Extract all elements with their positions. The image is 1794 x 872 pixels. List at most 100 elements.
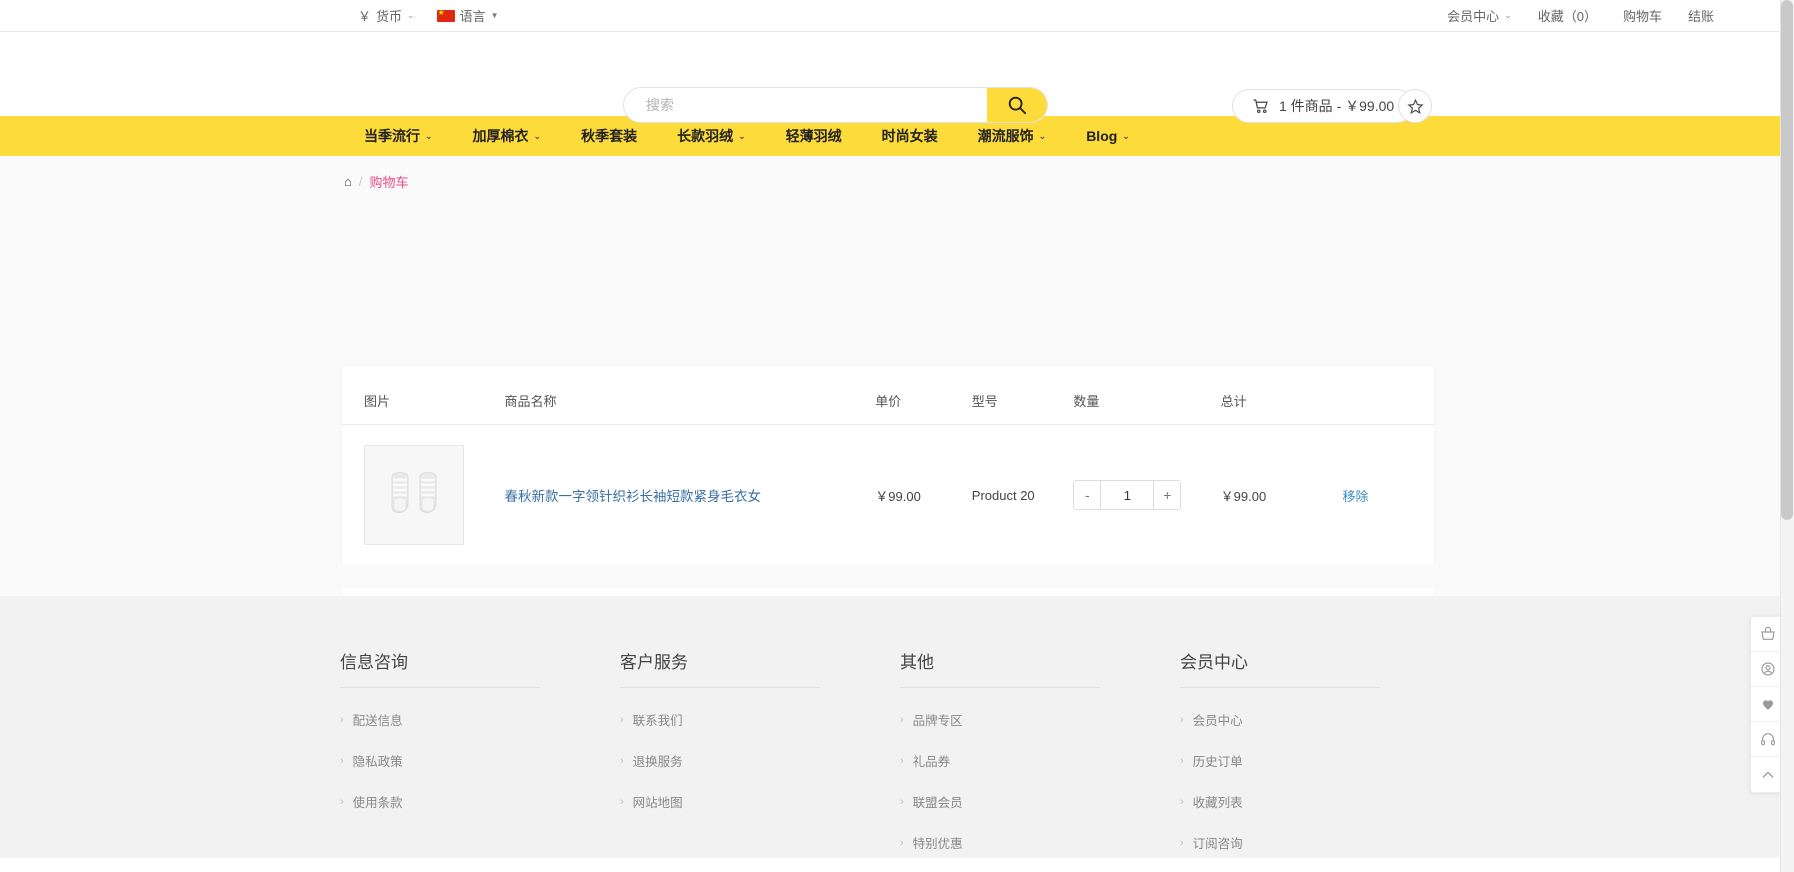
chevron-down-icon: ⌄ [533,130,542,141]
cell-name: 春秋新款一字领针织衫长袖短款紧身毛衣女 [505,425,876,566]
cell-model: Product 20 [971,487,1035,503]
header-image: 图片 [342,366,505,425]
scroll-top-icon [1762,771,1774,778]
quantity-input[interactable] [1101,481,1154,509]
top-link-label: 结账 [1687,9,1714,24]
chevron-right-icon: › [620,754,624,767]
nav-item-label: 潮流服饰 [977,128,1034,144]
page-scrollbar[interactable] [1780,0,1794,872]
footer-link-newsletter[interactable]: › 订阅咨询 [1180,833,1460,852]
footer-link-label: 历史订单 [1192,755,1243,769]
footer-link-returns[interactable]: › 退换服务 [620,751,900,770]
chevron-right-icon: › [1180,795,1184,808]
footer-link-label: 联系我们 [632,714,683,728]
footer-link-label: 网站地图 [632,796,683,810]
nav-item-label: 秋季套装 [581,128,638,144]
footer-link-label: 收藏列表 [1192,796,1243,810]
footer-column-info: 信息咨询 › 配送信息 › 隐私政策 › 使用条款 [340,648,620,852]
site-header: 1 件商品 - ￥99.00 [0,32,1794,123]
footer-link-wishlist[interactable]: › 收藏列表 [1180,792,1460,811]
search-icon [1008,96,1027,115]
top-link-label: 购物车 [1622,9,1662,24]
currency-label: 货币 [376,9,403,24]
footer-link-shipping-info[interactable]: › 配送信息 [340,710,620,729]
footer-link-my-account[interactable]: › 会员中心 [1180,710,1460,729]
language-label: 语言 [459,9,486,24]
star-icon [1406,98,1424,114]
chevron-down-icon: ⌄ [738,130,746,141]
cell-price: ￥99.00 [875,488,921,504]
nav-item-7[interactable]: Blog ⌄ [1066,116,1150,156]
nav-item-label: 当季流行 [364,128,420,144]
search-input[interactable] [624,88,987,122]
nav-item-label: 轻薄羽绒 [785,128,842,144]
top-link-wishlist[interactable]: 收藏（0） [1538,6,1597,25]
cell-total: ￥99.00 [1220,488,1267,504]
chevron-right-icon: › [1180,754,1184,767]
nav-item-label: Blog [1086,128,1118,144]
footer-link-label: 礼品券 [912,755,951,769]
chevron-down-icon: ⌄ [1038,130,1047,141]
chevron-down-icon: ⌄ [1504,10,1512,20]
chevron-right-icon: › [620,795,624,808]
footer-column-account: 会员中心 › 会员中心 › 历史订单 › 收藏列表 › 订阅咨询 [1180,648,1460,852]
chevron-down-icon: ⌄ [1122,130,1130,141]
search-button[interactable] [987,88,1047,122]
footer-link-specials[interactable]: › 特别优惠 [900,833,1180,852]
chevron-down-icon: ⌄ [407,10,415,20]
footer-link-sitemap[interactable]: › 网站地图 [620,792,900,811]
chevron-right-icon: › [900,836,904,849]
chevron-right-icon: › [340,713,344,726]
heart-icon [1763,700,1773,710]
cart-summary-button[interactable]: 1 件商品 - ￥99.00 [1232,89,1415,123]
header-actions [1342,366,1434,425]
slippers-icon [391,472,437,513]
currency-selector[interactable]: ￥ 货币 ⌄ [358,6,415,25]
caret-down-icon: ▼ [490,11,499,20]
footer-link-gift-vouchers[interactable]: › 礼品券 [900,751,1180,770]
top-link-label: 收藏（0） [1537,9,1597,24]
header-total: 总计 [1220,366,1343,425]
language-selector[interactable]: 语言 ▼ [436,6,499,25]
top-left-selectors: ￥ 货币 ⌄ 语言 ▼ [358,6,499,25]
footer-link-affiliates[interactable]: › 联盟会员 [900,792,1180,811]
top-link-member-center[interactable]: 会员中心 ⌄ [1447,6,1512,25]
product-name-link[interactable]: 春秋新款一字领针织衫长袖短款紧身毛衣女 [505,489,762,504]
footer-link-order-history[interactable]: › 历史订单 [1180,751,1460,770]
footer-link-brands[interactable]: › 品牌专区 [900,710,1180,729]
footer-link-contact-us[interactable]: › 联系我们 [620,710,900,729]
nav-item-label: 加厚棉衣 [472,128,529,144]
wishlist-button[interactable] [1398,89,1432,123]
breadcrumb-separator: / [358,174,363,189]
quantity-increase-button[interactable]: + [1153,481,1181,509]
top-link-label: 会员中心 [1447,9,1500,24]
footer-link-label: 配送信息 [352,714,403,728]
product-thumbnail[interactable] [364,445,464,545]
quantity-decrease-button[interactable]: - [1074,481,1102,509]
nav-item-1[interactable]: 加厚棉衣 ⌄ [453,116,562,156]
chevron-right-icon: › [900,713,904,726]
search-bar [623,87,1048,123]
chevron-right-icon: › [340,795,344,808]
top-link-cart[interactable]: 购物车 [1623,6,1662,25]
nav-item-0[interactable]: 当季流行 ⌄ [344,116,453,156]
home-icon[interactable]: ⌂ [344,174,352,189]
footer-column-service: 客户服务 › 联系我们 › 退换服务 › 网站地图 [620,648,900,852]
footer-link-label: 联盟会员 [912,796,963,810]
header-model: 型号 [971,366,1074,425]
remove-item-link[interactable]: 移除 [1343,489,1369,504]
footer-link-privacy-policy[interactable]: › 隐私政策 [340,751,620,770]
footer-column-title: 会员中心 [1180,648,1380,688]
footer-column-title: 其他 [900,648,1100,688]
footer-link-label: 订阅咨询 [1192,837,1243,851]
chevron-right-icon: › [900,795,904,808]
china-flag-icon [436,7,455,22]
chevron-right-icon: › [1180,836,1184,849]
footer-link-terms[interactable]: › 使用条款 [340,792,620,811]
page-content: ⌂ / 购物车 图片 商品名称 单价 型号 数量 总计 春秋新款一字领针织衫长袖… [0,156,1794,738]
top-link-checkout[interactable]: 结账 [1688,6,1714,25]
scrollbar-thumb[interactable] [1781,0,1793,520]
footer-column-title: 信息咨询 [340,648,540,688]
headphones-icon [1761,733,1775,746]
breadcrumb-current: 购物车 [369,175,409,190]
